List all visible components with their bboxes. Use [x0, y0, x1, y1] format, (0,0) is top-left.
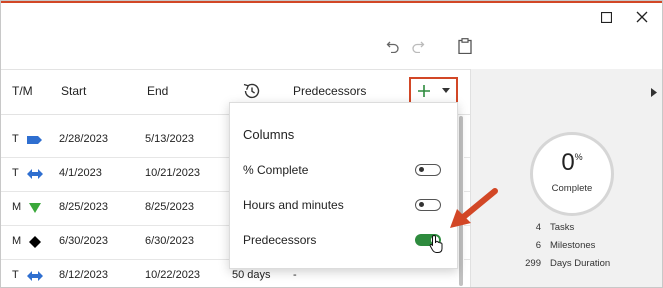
- start-date: 2/28/2023: [59, 133, 108, 145]
- row-type: M: [12, 201, 22, 213]
- double-arrow-icon: [27, 271, 43, 281]
- duration: 50 days: [232, 269, 271, 281]
- predecessors-value: -: [293, 269, 297, 281]
- stat-tasks: 4 Tasks: [535, 222, 575, 233]
- end-date: 10/21/2023: [145, 167, 201, 179]
- maximize-icon: [600, 11, 612, 23]
- app-window: T/M Start End Predecessors T 2/28/2023 5…: [0, 0, 663, 288]
- double-arrow-icon: [27, 169, 43, 179]
- row-type: T: [12, 269, 19, 281]
- undo-icon: [386, 41, 399, 53]
- annotation-arrow-icon: [447, 187, 499, 236]
- popup-title: Columns: [243, 127, 295, 142]
- end-date: 8/25/2023: [145, 201, 194, 213]
- percent-complete: 0%: [561, 149, 583, 176]
- toggle-hours-minutes[interactable]: [415, 199, 441, 211]
- maximize-button[interactable]: [598, 9, 614, 25]
- start-date: 6/30/2023: [59, 235, 108, 247]
- close-button[interactable]: [634, 9, 650, 25]
- clipboard-button[interactable]: [456, 37, 474, 55]
- row-type: M: [12, 235, 22, 247]
- complete-label: Complete: [551, 183, 593, 194]
- end-date: 6/30/2023: [145, 235, 194, 247]
- add-icon: [418, 85, 430, 97]
- stat-milestones: 6 Milestones: [535, 240, 596, 251]
- column-option-hours-minutes: Hours and minutes: [243, 198, 344, 212]
- start-date: 8/12/2023: [59, 269, 108, 281]
- summary-pane: 0% Complete 4 Tasks 6 Milestones 299 Day…: [470, 69, 662, 287]
- toggle-percent-complete[interactable]: [415, 164, 441, 176]
- column-start-header[interactable]: Start: [61, 84, 86, 98]
- column-option-predecessors: Predecessors: [243, 233, 317, 247]
- column-option-percent-complete: % Complete: [243, 163, 309, 177]
- column-predecessors-header[interactable]: Predecessors: [293, 84, 366, 98]
- stat-duration: 299 Days Duration: [525, 258, 611, 269]
- close-icon: [636, 11, 648, 23]
- column-tm-header[interactable]: T/M: [12, 84, 33, 98]
- redo-icon: [412, 41, 425, 53]
- undo-button[interactable]: [384, 37, 402, 55]
- end-date: 5/13/2023: [145, 133, 194, 145]
- columns-popup: Columns % Complete Hours and minutes Pre…: [229, 102, 458, 269]
- expand-pane-icon[interactable]: [651, 84, 658, 102]
- row-type: T: [12, 167, 19, 179]
- start-date: 8/25/2023: [59, 201, 108, 213]
- column-end-header[interactable]: End: [147, 84, 168, 98]
- task-arrow-icon: [27, 136, 42, 144]
- start-date: 4/1/2023: [59, 167, 102, 179]
- toggle-knob: [419, 202, 424, 207]
- toggle-knob: [419, 167, 424, 172]
- milestone-diamond-icon: [29, 236, 41, 248]
- clipboard-icon: [458, 38, 472, 54]
- milestone-triangle-icon: [29, 203, 41, 213]
- dropdown-arrow-icon[interactable]: [442, 88, 450, 94]
- hand-cursor-icon: [429, 234, 445, 259]
- end-date: 10/22/2023: [145, 269, 201, 281]
- row-type: T: [12, 133, 19, 145]
- progress-ring: 0% Complete: [530, 132, 614, 216]
- redo-button[interactable]: [409, 37, 427, 55]
- add-column-button[interactable]: [409, 77, 458, 104]
- accent-bar: [1, 1, 662, 3]
